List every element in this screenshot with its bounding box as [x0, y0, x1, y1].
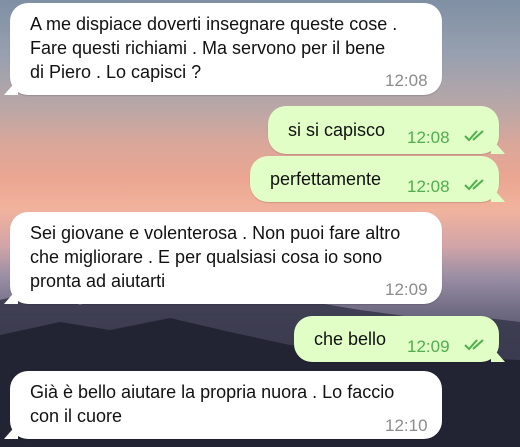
message-text: Sei giovane e volenterosa . Non puoi far…	[30, 223, 401, 291]
outgoing-message-bubble[interactable]: si si capisco 12:08	[268, 106, 499, 154]
incoming-message-bubble[interactable]: Sei giovane e volenterosa . Non puoi far…	[10, 212, 442, 304]
message-timestamp: 12:10	[385, 416, 428, 435]
message-timestamp: 12:08	[407, 177, 450, 196]
chat-message-list[interactable]: A me dispiace doverti insegnare queste c…	[0, 0, 520, 447]
message-timestamp: 12:08	[407, 128, 450, 147]
read-double-check-icon	[464, 130, 484, 142]
message-text: A me dispiace doverti insegnare queste c…	[30, 14, 398, 82]
message-timestamp: 12:09	[407, 337, 450, 356]
message-text: perfettamente	[270, 169, 382, 189]
message-text: si si capisco	[288, 120, 386, 140]
message-text: Già è bello aiutare la propria nuora . L…	[30, 382, 395, 426]
incoming-message-bubble[interactable]: Già è bello aiutare la propria nuora . L…	[10, 371, 442, 439]
message-timestamp: 12:09	[385, 280, 428, 299]
message-text: che bello	[314, 329, 387, 349]
read-double-check-icon	[464, 339, 484, 351]
outgoing-message-bubble[interactable]: perfettamente 12:08	[250, 156, 499, 202]
read-double-check-icon	[464, 179, 484, 191]
outgoing-message-bubble[interactable]: che bello 12:09	[294, 316, 499, 362]
incoming-message-bubble[interactable]: A me dispiace doverti insegnare queste c…	[10, 3, 442, 95]
message-timestamp: 12:08	[385, 71, 428, 90]
